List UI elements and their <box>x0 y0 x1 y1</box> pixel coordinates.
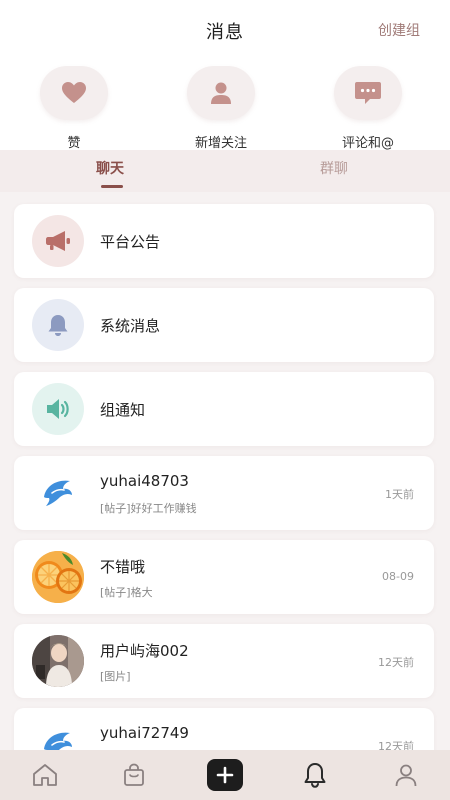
megaphone-icon <box>32 215 84 267</box>
list-item-platform-announcement[interactable]: 平台公告 <box>14 204 434 278</box>
conversation-preview: [帖子]好好工作赚钱 <box>100 502 197 515</box>
home-icon[interactable] <box>30 762 60 788</box>
list-item-conversation[interactable]: yuhai48703 [帖子]好好工作赚钱 1天前 <box>14 456 434 530</box>
tab-chat[interactable]: 聊天 <box>96 158 124 178</box>
conversation-name: 用户屿海002 <box>100 642 189 660</box>
conversation-name: 系统消息 <box>100 317 161 335</box>
tab-bar: 聊天 群聊 <box>0 150 450 192</box>
conversation-preview: [图片] <box>100 670 131 683</box>
conversation-name: 平台公告 <box>100 233 161 251</box>
orange-avatar <box>32 551 84 603</box>
conversation-name: 组通知 <box>100 401 146 419</box>
quick-actions: 赞 新增关注 评论和@ <box>0 58 450 151</box>
conversation-preview: [帖子]格大 <box>100 586 153 599</box>
conversation-name: yuhai48703 <box>100 472 189 490</box>
bottom-nav <box>0 750 450 800</box>
heart-icon <box>40 66 108 120</box>
likes-label: 赞 <box>67 136 81 151</box>
tab-active-indicator <box>101 185 123 188</box>
new-followers-button[interactable]: 新增关注 <box>176 66 266 151</box>
conversation-name: 不错哦 <box>100 558 146 576</box>
bag-icon[interactable] <box>119 762 149 788</box>
list-item-conversation[interactable]: 用户屿海002 [图片] 12天前 <box>14 624 434 698</box>
bell-icon <box>32 299 84 351</box>
conversation-time: 1天前 <box>385 488 414 501</box>
plus-icon <box>216 766 234 784</box>
comments-button[interactable]: 评论和@ <box>323 66 413 151</box>
new-followers-label: 新增关注 <box>194 136 247 151</box>
profile-icon[interactable] <box>391 762 421 788</box>
bell-icon[interactable] <box>300 762 330 788</box>
photo-avatar <box>32 635 84 687</box>
comments-label: 评论和@ <box>341 136 394 151</box>
header: 消息 创建组 <box>0 0 450 58</box>
speaker-icon <box>32 383 84 435</box>
user-icon <box>187 66 255 120</box>
create-group-button[interactable]: 创建组 <box>378 20 420 40</box>
tab-group-chat[interactable]: 群聊 <box>320 158 348 178</box>
conversation-time: 12天前 <box>378 656 414 669</box>
list-item-system-messages[interactable]: 系统消息 <box>14 288 434 362</box>
conversation-time: 08-09 <box>382 570 414 583</box>
list-item-group-notifications[interactable]: 组通知 <box>14 372 434 446</box>
list-item-conversation[interactable]: 不错哦 [帖子]格大 08-09 <box>14 540 434 614</box>
comment-icon <box>334 66 402 120</box>
conversation-name: yuhai72749 <box>100 724 189 742</box>
dolphin-avatar <box>32 467 84 519</box>
create-post-button[interactable] <box>207 759 243 791</box>
likes-button[interactable]: 赞 <box>29 66 119 151</box>
